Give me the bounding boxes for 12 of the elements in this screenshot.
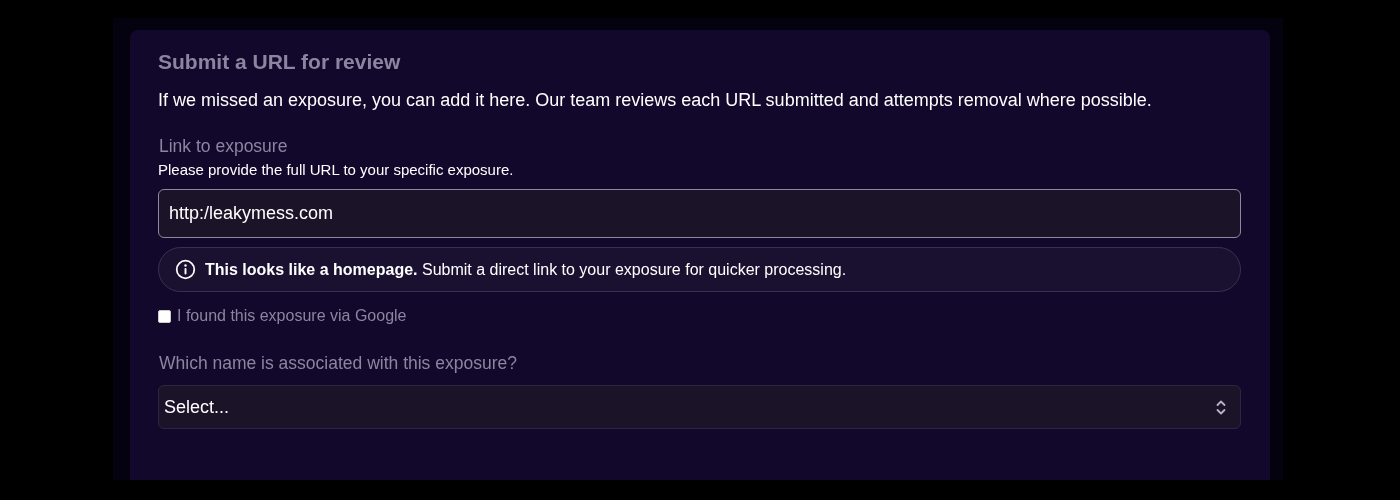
chevron-up-down-icon [1216,398,1226,416]
info-icon [175,259,196,280]
name-select-dropdown[interactable]: Select... [158,385,1241,429]
form-description: If we missed an exposure, you can add it here. Our team reviews each URL submitted and attempts removal where possible. [158,89,1153,112]
field-label: Link to exposure [159,135,289,158]
form-title: Submit a URL for review [158,49,402,75]
notice-text: This looks like a homepage. Submit a direct link to your exposure for quicker processing. [205,260,847,279]
url-input-field[interactable]: http:/leakymess.com [158,189,1241,238]
checkbox[interactable] [158,309,171,323]
field-helper-text: Please provide the full URL to your specific exposure. [158,160,515,180]
checkbox-label: I found this exposure via Google [177,307,407,325]
field-label: Which name is associated with this exposure? [159,352,518,375]
